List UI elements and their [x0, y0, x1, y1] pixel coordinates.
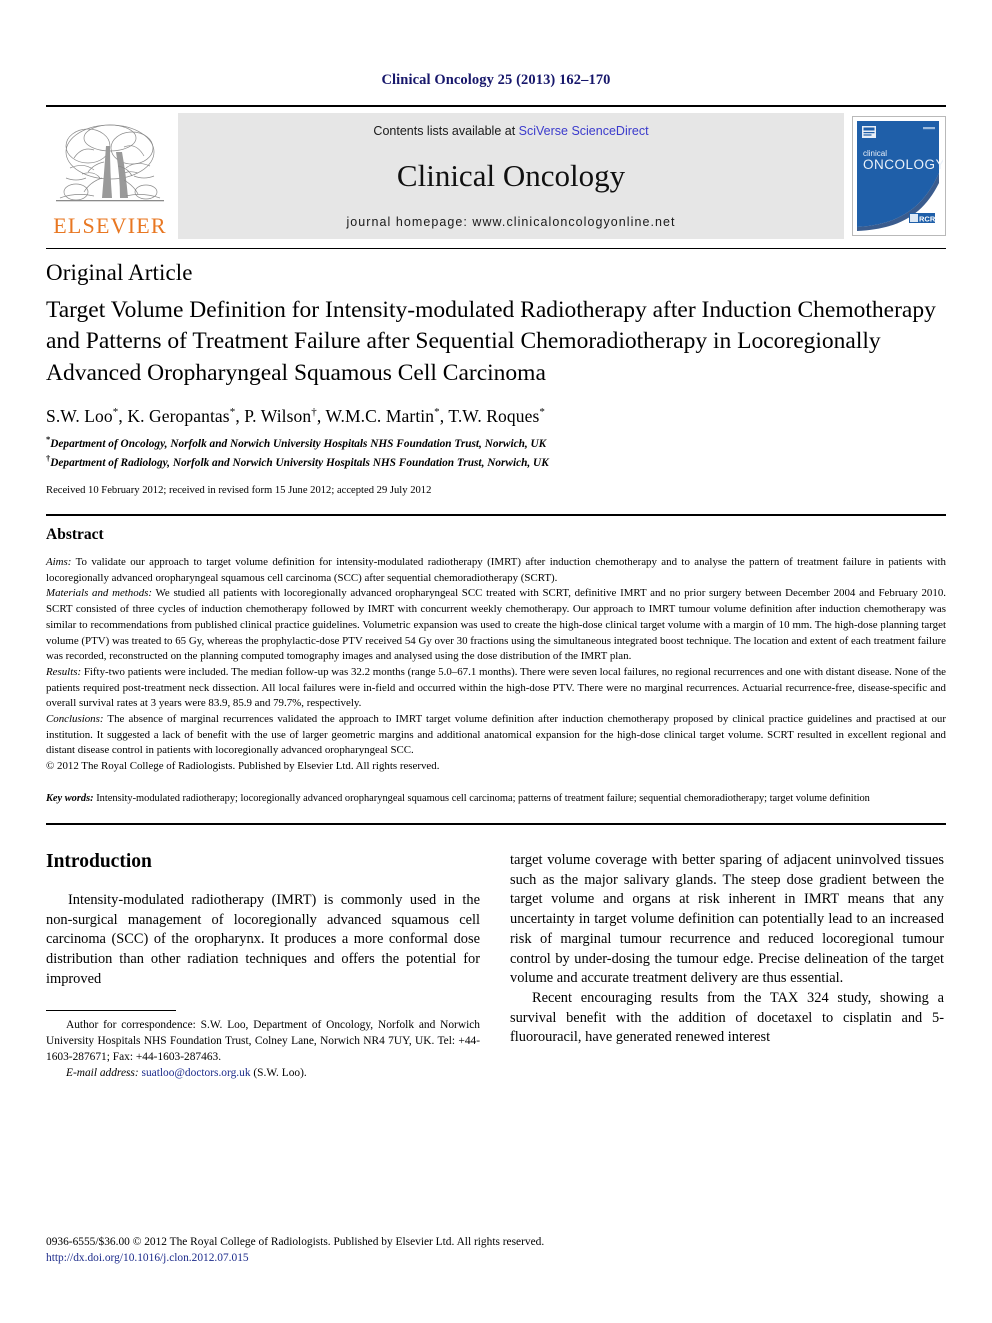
email-label: E-mail address:	[66, 1067, 139, 1080]
author-name: K. Geropantas	[127, 406, 230, 427]
footnote-rule	[46, 1009, 176, 1011]
affiliation-item: †Department of Radiology, Norfolk and No…	[46, 452, 946, 471]
body-columns: Introduction Intensity-modulated radioth…	[46, 851, 946, 1081]
author-name: P. Wilson	[244, 406, 312, 427]
contents-prefix: Contents lists available at	[373, 124, 519, 138]
elsevier-wordmark: ELSEVIER	[53, 213, 167, 238]
intro-text-right: target volume coverage with better spari…	[510, 851, 944, 1048]
abstract-section-text: Fifty-two patients were included. The me…	[46, 665, 946, 710]
banner-bottom-rule	[46, 248, 946, 249]
author-list: S.W. Loo*, K. Geropantas*, P. Wilson†, W…	[46, 406, 545, 427]
journal-title: Clinical Oncology	[396, 158, 626, 193]
author-name: W.M.C. Martin	[325, 406, 435, 427]
intro-text-left: Intensity-modulated radiotherapy (IMRT) …	[46, 891, 480, 990]
email-suffix: (S.W. Loo).	[250, 1067, 307, 1080]
author-affil-mark: *	[539, 406, 545, 419]
author-name: T.W. Roques	[448, 406, 540, 427]
affil-text: Department of Radiology, Norfolk and Nor…	[50, 457, 549, 470]
journal-cover-thumbnail: clinical ONCOLOGY RCR	[852, 116, 946, 236]
abstract-section-label: Results:	[46, 665, 82, 678]
contents-lists-line: Contents lists available at SciVerse Sci…	[373, 124, 648, 138]
paragraph: target volume coverage with better spari…	[510, 851, 944, 987]
section-heading-introduction: Introduction	[46, 850, 152, 872]
correspondence-line: Author for correspondence: S.W. Loo, Dep…	[46, 1018, 480, 1063]
paragraph: Intensity-modulated radiotherapy (IMRT) …	[46, 891, 480, 987]
author-affil-mark: †	[311, 406, 317, 419]
column-left: Introduction Intensity-modulated radioth…	[46, 851, 480, 1081]
keywords-label: Key words:	[46, 792, 94, 804]
article-history: Received 10 February 2012; received in r…	[46, 485, 432, 497]
author-affil-mark: *	[434, 406, 440, 419]
abstract-section-label: Materials and methods:	[46, 587, 153, 600]
column-right: target volume coverage with better spari…	[510, 851, 944, 1081]
elsevier-logo: ELSEVIER	[46, 113, 174, 239]
banner-center: Contents lists available at SciVerse Sci…	[178, 113, 844, 239]
sciencedirect-link[interactable]: SciVerse ScienceDirect	[519, 124, 649, 138]
elsevier-tree-icon	[56, 124, 164, 202]
running-head: Clinical Oncology 25 (2013) 162–170	[381, 72, 611, 88]
abstract-section: Conclusions: The absence of marginal rec…	[46, 712, 946, 759]
correspondence-footnote: Author for correspondence: S.W. Loo, Dep…	[46, 1009, 480, 1082]
page-footer: 0936-6555/$36.00 © 2012 The Royal Colleg…	[46, 1234, 946, 1267]
abstract-section-text: We studied all patients with locoregiona…	[46, 587, 946, 663]
article-title: Target Volume Definition for Intensity-m…	[46, 297, 936, 386]
abstract-heading: Abstract	[46, 526, 104, 544]
paragraph: Recent encouraging results from the TAX …	[510, 990, 944, 1046]
abstract-section-text: To validate our approach to target volum…	[46, 556, 946, 584]
abstract-section-text: The absence of marginal recurrences vali…	[46, 713, 946, 757]
svg-text:ONCOLOGY: ONCOLOGY	[863, 157, 943, 172]
footnote-text: Author for correspondence: S.W. Loo, Dep…	[46, 1017, 480, 1082]
abstract-bottom-rule	[46, 822, 946, 825]
journal-cover-image: clinical ONCOLOGY RCR	[853, 117, 945, 233]
issn-copyright-line: 0936-6555/$36.00 © 2012 The Royal Colleg…	[46, 1235, 545, 1248]
abstract-section-label: Conclusions:	[46, 713, 104, 726]
abstract-section: Results: Fifty-two patients were include…	[46, 665, 946, 712]
email-link[interactable]: suatloo@doctors.org.uk	[142, 1067, 251, 1079]
author-affil-mark: *	[112, 406, 119, 419]
abstract-body: Aims: To validate our approach to target…	[46, 555, 946, 775]
keywords-text: Intensity-modulated radiotherapy; locore…	[93, 792, 870, 804]
journal-banner: ELSEVIER Contents lists available at Sci…	[46, 105, 946, 239]
article-type: Original Article	[46, 260, 193, 285]
journal-homepage-line[interactable]: journal homepage: www.clinicaloncologyon…	[346, 215, 675, 229]
abstract-section-label: Aims:	[46, 556, 72, 569]
abstract-top-rule	[46, 514, 946, 517]
journal-article-page: Clinical Oncology 25 (2013) 162–170 ELSE…	[0, 0, 992, 1323]
keywords: Key words: Intensity-modulated radiother…	[46, 792, 946, 807]
author-name: S.W. Loo	[46, 406, 113, 427]
abstract-section: Aims: To validate our approach to target…	[46, 555, 946, 586]
svg-text:RCR: RCR	[919, 215, 936, 224]
email-line: E-mail address: suatloo@doctors.org.uk (…	[46, 1065, 480, 1081]
doi-link[interactable]: http://dx.doi.org/10.1016/j.clon.2012.07…	[46, 1250, 946, 1267]
author-affil-mark: *	[229, 406, 236, 419]
abstract-section: Materials and methods: We studied all pa…	[46, 586, 946, 665]
affiliation-list: *Department of Oncology, Norfolk and Nor…	[46, 433, 946, 471]
affil-text: Department of Oncology, Norfolk and Norw…	[50, 438, 547, 451]
abstract-copyright: © 2012 The Royal College of Radiologists…	[46, 760, 440, 773]
affiliation-item: *Department of Oncology, Norfolk and Nor…	[46, 433, 946, 452]
